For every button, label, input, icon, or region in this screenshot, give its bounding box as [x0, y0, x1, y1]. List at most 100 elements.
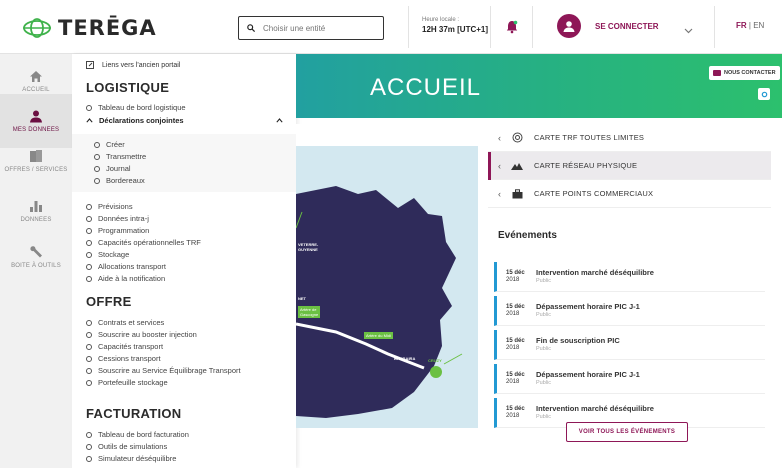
menu-item-contrats-services[interactable]: Contrats et services — [86, 318, 164, 327]
menu-item-label: Déclarations conjointes — [99, 116, 184, 125]
bullet-icon — [86, 331, 92, 338]
time-value: 12H 37m [UTC+1] — [422, 25, 489, 34]
lang-en[interactable]: EN — [753, 21, 764, 30]
top-header: TERĒGA Heure locale : 12H 37m [UTC+1] SE… — [0, 0, 782, 54]
search-input[interactable] — [263, 23, 373, 33]
submenu-item-transmettre[interactable]: Transmettre — [94, 152, 146, 161]
menu-item-programmation[interactable]: Programmation — [86, 226, 149, 235]
bullet-icon — [86, 104, 92, 111]
menu-item-label: Capacités transport — [98, 342, 164, 351]
connect-button[interactable]: SE CONNECTER — [557, 14, 659, 38]
menu-item-label: Outils de simulations — [98, 442, 168, 451]
header-divider — [532, 6, 533, 48]
bullet-icon — [86, 367, 92, 374]
chevron-left-icon: ‹ — [498, 160, 501, 171]
lang-fr[interactable]: FR — [736, 21, 747, 30]
menu-item-label: Portefeuille stockage — [98, 378, 168, 387]
menu-item-cessions-transport[interactable]: Cessions transport — [86, 354, 161, 363]
map-label-artere-gascogne: Artère de Gascogne — [298, 306, 321, 318]
portal-link-label: Liens vers l'ancien portail — [102, 61, 181, 69]
event-item[interactable]: 15 déc 2018 Intervention marché déséquil… — [494, 262, 765, 292]
menu-item-stockage[interactable]: Stockage — [86, 250, 129, 259]
section-title-logistique: LOGISTIQUE — [86, 80, 170, 95]
chat-icon — [713, 70, 721, 76]
event-day: 15 déc — [506, 372, 525, 378]
pill-text: Gascogne — [300, 312, 319, 317]
settings-button[interactable] — [758, 88, 770, 100]
rail-label: MES DONNEES — [12, 127, 60, 133]
menu-item-previsions[interactable]: Prévisions — [86, 202, 133, 211]
map-label-cruzy: CRUZY — [428, 358, 442, 363]
entity-search[interactable] — [238, 16, 384, 40]
rail-item-boite-outils[interactable]: BOITE À OUTILS — [0, 230, 72, 284]
account-dropdown-toggle[interactable] — [684, 21, 693, 39]
lang-separator: | — [748, 21, 751, 30]
event-year: 2018 — [506, 345, 520, 351]
bullet-icon — [86, 443, 92, 450]
bullet-icon — [86, 239, 92, 246]
all-events-button[interactable]: VOIR TOUS LES ÉVÉNEMENTS — [566, 422, 688, 442]
event-item[interactable]: 15 déc 2018 Dépassement horaire PIC J-1 … — [494, 296, 765, 326]
menu-item-outils-simulations[interactable]: Outils de simulations — [86, 442, 167, 451]
menu-item-label: Tableau de bord logistique — [98, 103, 186, 112]
wrench-icon — [30, 246, 42, 258]
event-year: 2018 — [506, 413, 520, 419]
bullet-icon — [86, 379, 92, 386]
submenu-item-journal[interactable]: Journal — [94, 164, 131, 173]
menu-item-label: Prévisions — [98, 202, 133, 211]
bullet-icon — [86, 343, 92, 350]
submenu-item-bordereaux[interactable]: Bordereaux — [94, 176, 145, 185]
collapse-chevron-icon[interactable] — [276, 118, 283, 123]
menu-item-tableau-bord-logistique[interactable]: Tableau de bord logistique — [86, 103, 186, 112]
menu-item-simulateur-desequilibre[interactable]: Simulateur déséquilibre — [86, 454, 176, 463]
menu-item-service-equilibrage[interactable]: Souscrire au Service Équilibrage Transpo… — [86, 366, 241, 375]
rail-item-offres-services[interactable]: OFFRES / SERVICES — [0, 134, 72, 188]
layer-trf-limites[interactable]: ‹ CARTE TRF TOUTES LIMITES — [488, 124, 771, 152]
event-item[interactable]: 15 déc 2018 Dépassement horaire PIC J-1 … — [494, 364, 765, 394]
menu-item-portefeuille-stockage[interactable]: Portefeuille stockage — [86, 378, 168, 387]
logo-text: TERĒGA — [58, 16, 157, 40]
bullet-icon — [94, 141, 100, 148]
event-item[interactable]: 15 déc 2018 Fin de souscription PIC Publ… — [494, 330, 765, 360]
menu-item-label: Créer — [106, 140, 125, 149]
menu-item-capacites-transport[interactable]: Capacités transport — [86, 342, 163, 351]
gear-icon — [761, 91, 767, 97]
notifications-button[interactable] — [506, 20, 518, 39]
menu-item-label: Transmettre — [106, 152, 147, 161]
bullet-icon — [86, 275, 92, 282]
menu-item-aide-notification[interactable]: Aide à la notification — [86, 274, 165, 283]
rail-label: BOITE À OUTILS — [11, 263, 61, 269]
menu-item-tableau-bord-facturation[interactable]: Tableau de bord facturation — [86, 430, 189, 439]
event-status: Public — [536, 414, 551, 420]
event-status: Public — [536, 346, 551, 352]
layer-reseau-physique[interactable]: ‹ CARTE RÉSEAU PHYSIQUE — [488, 152, 771, 180]
bullet-icon — [86, 455, 92, 462]
old-portal-link[interactable]: Liens vers l'ancien portail — [86, 61, 180, 69]
terega-logo[interactable]: TERĒGA — [22, 8, 162, 48]
bullet-icon — [94, 177, 100, 184]
menu-item-capacites-operationnelles[interactable]: Capacités opérationnelles TRF — [86, 238, 201, 247]
bullet-icon — [86, 355, 92, 362]
map-label-barbaira: BARBAIRA — [394, 356, 416, 361]
bar-chart-icon — [30, 201, 42, 212]
menu-item-label: Tableau de bord facturation — [98, 430, 189, 439]
menu-item-declarations-conjointes[interactable]: Déclarations conjointes — [86, 116, 286, 125]
contact-button[interactable]: NOUS CONTACTER — [709, 66, 780, 80]
layer-points-commerciaux[interactable]: ‹ CARTE POINTS COMMERCIAUX — [488, 180, 771, 208]
submenu-item-creer[interactable]: Créer — [94, 140, 125, 149]
left-rail: ACCUEIL MES DONNEES OFFRES / SERVICES DO… — [0, 54, 72, 468]
menu-item-booster-injection[interactable]: Souscrire au booster injection — [86, 330, 197, 339]
network-map[interactable]: VETERRE- GUYENNE NET Artère de Gascogne A… — [296, 146, 478, 428]
header-divider — [408, 6, 409, 48]
events-title: Evénements — [498, 230, 557, 241]
menu-item-label: Bordereaux — [106, 176, 145, 185]
bullet-icon — [86, 319, 92, 326]
menu-item-label: Aide à la notification — [98, 274, 166, 283]
target-icon — [510, 132, 524, 143]
menu-item-allocations-transport[interactable]: Allocations transport — [86, 262, 166, 271]
event-title: Dépassement horaire PIC J-1 — [536, 370, 640, 379]
documents-icon — [30, 150, 42, 162]
chevron-up-icon — [86, 118, 93, 123]
bullet-icon — [86, 227, 92, 234]
menu-item-donnees-intra-j[interactable]: Données intra-j — [86, 214, 149, 223]
